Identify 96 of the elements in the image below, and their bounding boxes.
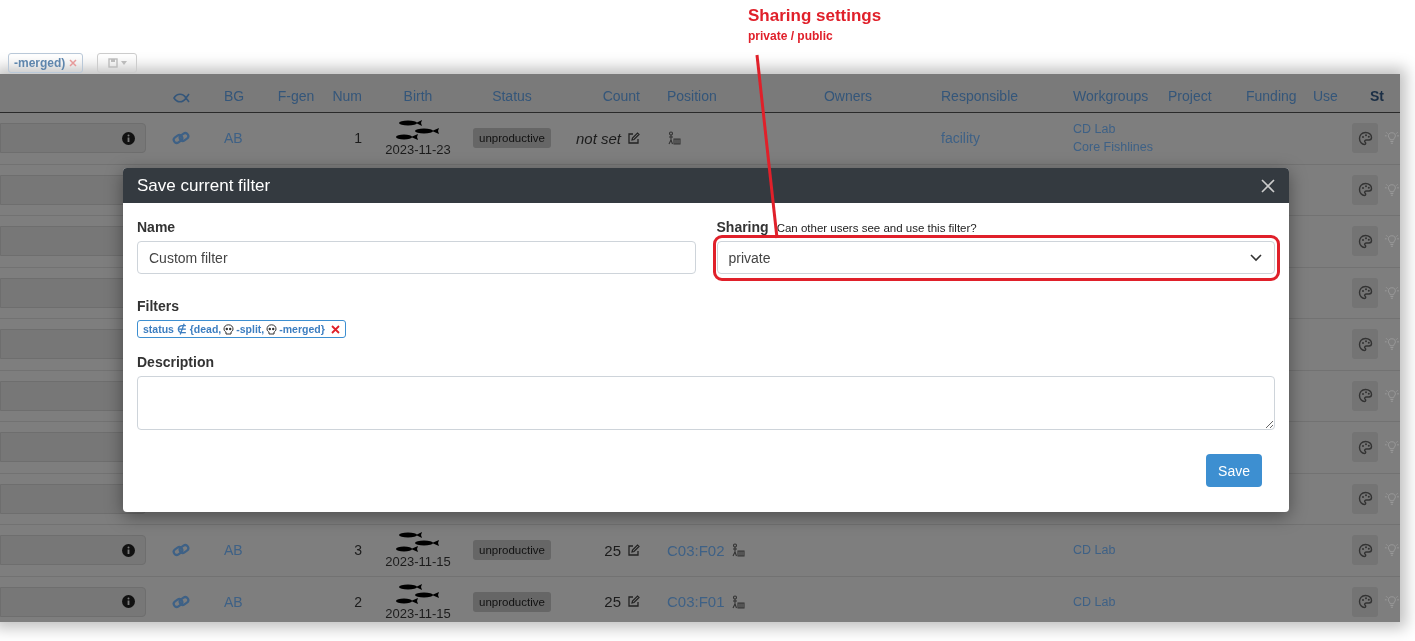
birth-date: 2023-11-23 bbox=[385, 143, 451, 158]
palette-button[interactable] bbox=[1352, 226, 1379, 257]
close-icon[interactable] bbox=[1261, 178, 1275, 193]
palette-icon bbox=[1357, 388, 1373, 404]
palette-button[interactable] bbox=[1352, 277, 1379, 308]
table-cell: 3 bbox=[354, 542, 362, 559]
fish-icon bbox=[172, 92, 190, 104]
status-badge: unproductive bbox=[473, 128, 551, 149]
caret-icon bbox=[120, 61, 127, 65]
annotation-subtitle: private / public bbox=[748, 29, 833, 43]
filter-chip-text: -merged) bbox=[14, 56, 66, 70]
palette-icon bbox=[1357, 182, 1373, 198]
field-label: Name bbox=[137, 219, 177, 235]
edit-icon[interactable] bbox=[627, 595, 640, 609]
column-header[interactable]: Use bbox=[1313, 88, 1338, 104]
status-badge: unproductive bbox=[473, 591, 551, 612]
note-field[interactable] bbox=[0, 535, 146, 566]
palette-icon bbox=[1357, 439, 1373, 455]
column-header[interactable]: Responsible bbox=[941, 88, 1019, 104]
field-label: Filters bbox=[137, 298, 179, 314]
workgroup-link[interactable]: CD Lab bbox=[1073, 592, 1116, 611]
note-field[interactable] bbox=[0, 123, 146, 154]
column-header[interactable]: St bbox=[1370, 88, 1384, 104]
birth-date: 2023-11-15 bbox=[385, 555, 451, 570]
column-header[interactable]: F-gen bbox=[277, 88, 315, 104]
table-cell: AB bbox=[224, 593, 243, 610]
table-cell: AB bbox=[224, 130, 243, 147]
save-menu-button[interactable] bbox=[97, 53, 138, 73]
palette-button[interactable] bbox=[1352, 174, 1379, 205]
remove-icon[interactable] bbox=[330, 324, 340, 334]
description-field[interactable] bbox=[137, 376, 1275, 430]
remove-icon[interactable] bbox=[69, 59, 78, 67]
sharing-select[interactable]: private bbox=[716, 241, 1275, 274]
table-cell: 2 bbox=[354, 593, 362, 610]
position-link[interactable]: C03:F01 bbox=[667, 593, 725, 611]
filter-chip-text: status ∉ {dead, bbox=[143, 323, 222, 335]
filter-chip[interactable]: -merged) bbox=[8, 53, 84, 73]
palette-button[interactable] bbox=[1352, 380, 1379, 411]
fish-group-icon bbox=[394, 582, 442, 607]
palette-icon bbox=[1357, 491, 1373, 507]
column-header[interactable]: Owners bbox=[823, 88, 873, 104]
palette-icon bbox=[1357, 285, 1373, 301]
workgroup-link[interactable]: Core Fishlines bbox=[1073, 138, 1153, 157]
position-link[interactable]: C03:F02 bbox=[667, 541, 725, 559]
field-hint: Can other users see and use this filter? bbox=[776, 222, 977, 234]
field-label: Sharing bbox=[716, 219, 769, 235]
info-icon[interactable] bbox=[122, 543, 135, 557]
column-header[interactable]: BG bbox=[224, 88, 245, 104]
people-icon[interactable] bbox=[730, 543, 745, 558]
chevron-down-icon bbox=[1250, 253, 1262, 262]
palette-button[interactable] bbox=[1352, 483, 1379, 514]
filter-chip-text: -split, bbox=[236, 323, 265, 335]
responsible-link[interactable]: facility bbox=[941, 130, 980, 147]
filter-chip[interactable]: status ∉ {dead, -split, -merged} bbox=[137, 320, 346, 338]
palette-icon bbox=[1357, 233, 1373, 249]
workgroup-link[interactable]: CD Lab bbox=[1073, 120, 1153, 139]
count-value: 25 bbox=[604, 593, 621, 611]
edit-icon[interactable] bbox=[627, 543, 640, 557]
palette-icon bbox=[1357, 336, 1373, 352]
name-field[interactable]: Custom filter bbox=[137, 241, 696, 274]
people-icon[interactable] bbox=[667, 131, 681, 146]
dialog-title: Save current filter bbox=[137, 175, 271, 196]
column-header[interactable]: Workgroups bbox=[1073, 88, 1149, 104]
column-header[interactable]: Status bbox=[492, 88, 532, 104]
palette-button[interactable] bbox=[1352, 329, 1379, 360]
field-label: Description bbox=[137, 354, 215, 370]
edit-icon[interactable] bbox=[627, 131, 640, 145]
column-header[interactable]: Num bbox=[332, 88, 362, 104]
birth-date: 2023-11-15 bbox=[385, 606, 451, 621]
people-icon[interactable] bbox=[730, 594, 745, 609]
palette-icon bbox=[1357, 594, 1373, 610]
skull-icon bbox=[266, 323, 278, 335]
palette-icon bbox=[1357, 542, 1373, 558]
skull-icon bbox=[223, 323, 235, 335]
save-button[interactable]: Save bbox=[1206, 454, 1262, 487]
filter-chip-text: -merged} bbox=[279, 323, 325, 335]
column-header[interactable]: Count bbox=[602, 88, 640, 104]
annotation-title: Sharing settings bbox=[748, 6, 882, 26]
table-cell: 1 bbox=[354, 130, 362, 147]
workgroup-link[interactable]: CD Lab bbox=[1073, 541, 1116, 560]
column-header[interactable]: Project bbox=[1168, 88, 1212, 104]
note-field[interactable] bbox=[0, 586, 146, 617]
count-value: 25 bbox=[604, 541, 621, 559]
palette-button[interactable] bbox=[1352, 535, 1379, 566]
column-header[interactable]: Funding bbox=[1246, 88, 1297, 104]
info-icon[interactable] bbox=[122, 131, 135, 145]
palette-icon bbox=[1357, 130, 1373, 146]
column-header[interactable]: Position bbox=[667, 88, 717, 104]
palette-button[interactable] bbox=[1352, 123, 1379, 154]
table-cell: AB bbox=[224, 542, 243, 559]
palette-button[interactable] bbox=[1352, 586, 1379, 617]
count-value: not set bbox=[575, 129, 621, 147]
palette-button[interactable] bbox=[1352, 432, 1379, 463]
info-icon[interactable] bbox=[122, 595, 135, 609]
status-badge: unproductive bbox=[473, 540, 551, 561]
column-header[interactable]: Birth bbox=[403, 88, 433, 104]
